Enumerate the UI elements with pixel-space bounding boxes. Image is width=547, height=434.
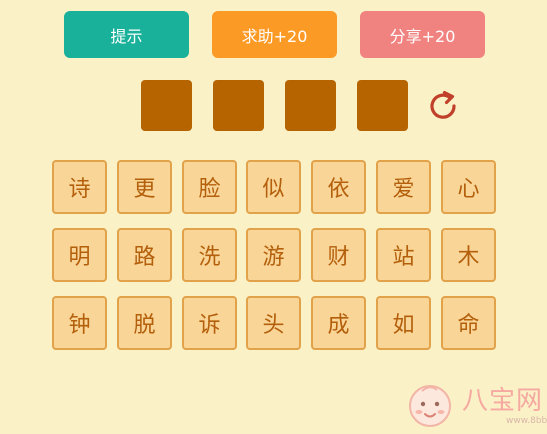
- watermark: 八宝网 www.8bb.com: [400, 376, 547, 434]
- character-tile[interactable]: 站: [376, 228, 431, 282]
- character-tile[interactable]: 钟: [52, 296, 107, 350]
- character-tile[interactable]: 成: [311, 296, 366, 350]
- character-tile[interactable]: 游: [246, 228, 301, 282]
- character-tile[interactable]: 诗: [52, 160, 107, 214]
- character-tile[interactable]: 诉: [182, 296, 237, 350]
- character-tile[interactable]: 心: [441, 160, 496, 214]
- character-tile[interactable]: 洗: [182, 228, 237, 282]
- character-tile[interactable]: 似: [246, 160, 301, 214]
- hint-button[interactable]: 提示: [64, 11, 189, 58]
- character-tile[interactable]: 脱: [117, 296, 172, 350]
- character-tile[interactable]: 路: [117, 228, 172, 282]
- watermark-url: www.8bb.com: [506, 416, 547, 426]
- character-tile[interactable]: 脸: [182, 160, 237, 214]
- character-tile[interactable]: 爱: [376, 160, 431, 214]
- character-tile[interactable]: 木: [441, 228, 496, 282]
- answer-slot[interactable]: [357, 80, 408, 131]
- character-tile[interactable]: 依: [311, 160, 366, 214]
- help-button[interactable]: 求助+20: [212, 11, 337, 58]
- share-button[interactable]: 分享+20: [360, 11, 485, 58]
- character-tile[interactable]: 财: [311, 228, 366, 282]
- watermark-brand: 八宝网: [462, 386, 544, 416]
- refresh-icon[interactable]: [425, 88, 461, 124]
- character-tile[interactable]: 头: [246, 296, 301, 350]
- character-tile[interactable]: 命: [441, 296, 496, 350]
- baby-face-icon: [409, 385, 451, 427]
- character-tile[interactable]: 如: [376, 296, 431, 350]
- answer-slot[interactable]: [285, 80, 336, 131]
- character-tile[interactable]: 明: [52, 228, 107, 282]
- answer-slot[interactable]: [213, 80, 264, 131]
- answer-slot[interactable]: [141, 80, 192, 131]
- character-tile[interactable]: 更: [117, 160, 172, 214]
